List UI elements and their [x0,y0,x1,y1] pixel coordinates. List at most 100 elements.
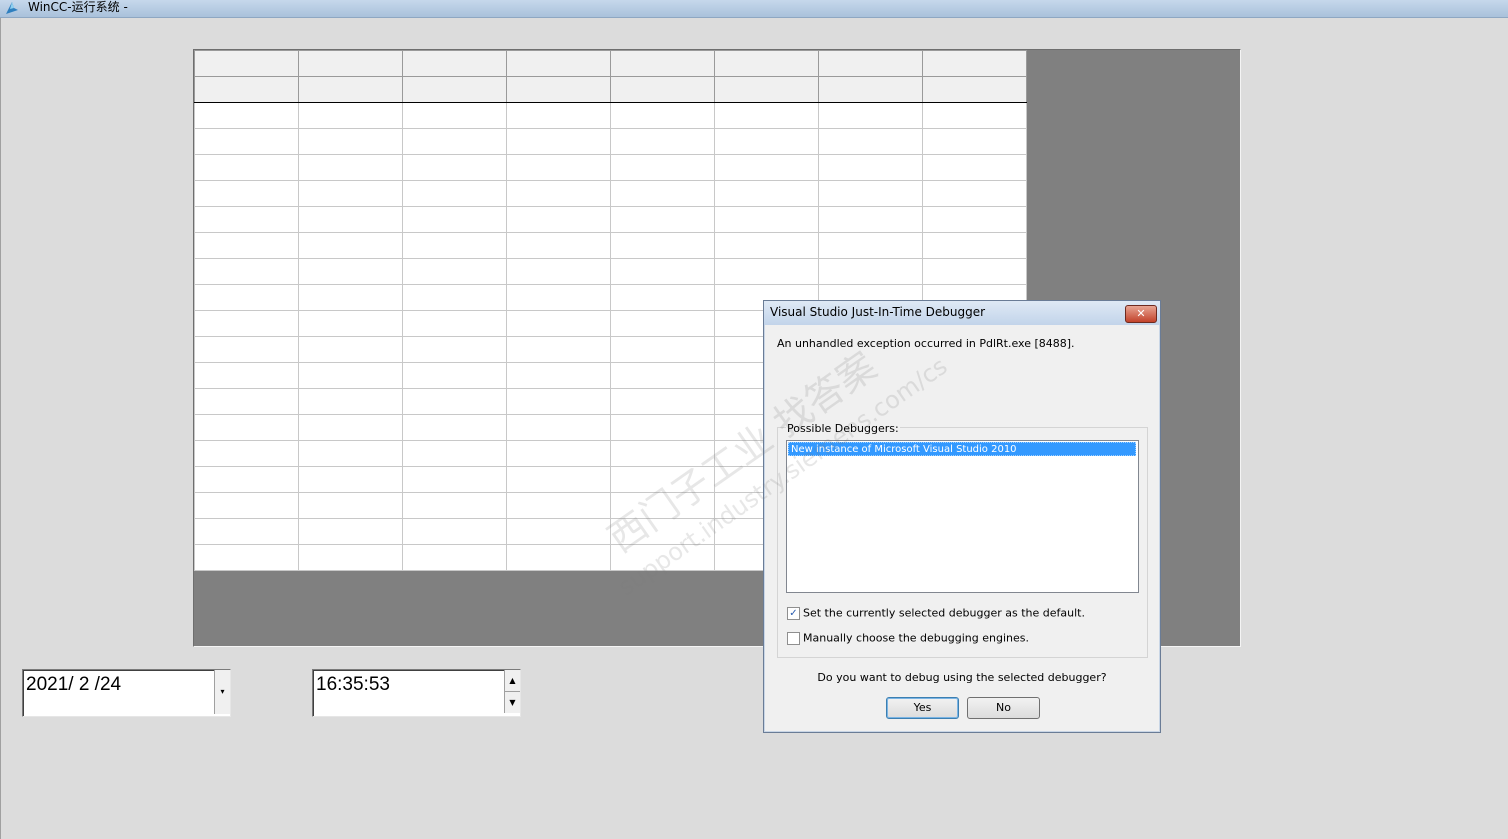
table-header-cell[interactable] [402,50,507,77]
table-cell[interactable] [298,518,403,545]
table-cell[interactable] [610,466,715,493]
table-cell[interactable] [402,154,507,181]
table-cell[interactable] [194,284,299,311]
table-cell[interactable] [402,336,507,363]
date-dropdown-button[interactable]: ▾ [214,670,230,714]
table-header-cell[interactable] [194,76,299,103]
table-cell[interactable] [610,544,715,571]
table-cell[interactable] [298,466,403,493]
table-cell[interactable] [506,362,611,389]
table-cell[interactable] [922,128,1027,155]
table-cell[interactable] [402,518,507,545]
manual-engines-checkbox[interactable] [787,631,800,645]
table-cell[interactable] [610,310,715,337]
table-cell[interactable] [506,206,611,233]
table-cell[interactable] [818,258,923,285]
date-picker[interactable]: 2021/ 2 /24 ▾ [22,669,231,717]
table-cell[interactable] [194,310,299,337]
table-cell[interactable] [194,362,299,389]
table-cell[interactable] [194,466,299,493]
table-header-cell[interactable] [922,76,1027,103]
table-cell[interactable] [506,232,611,259]
table-cell[interactable] [714,180,819,207]
time-spin-up-button[interactable]: ▲ [504,670,520,692]
table-cell[interactable] [298,492,403,519]
table-row[interactable] [194,206,1027,233]
table-cell[interactable] [506,258,611,285]
table-cell[interactable] [402,102,507,129]
date-value[interactable]: 2021/ 2 /24 [26,674,121,696]
table-cell[interactable] [194,492,299,519]
table-row[interactable] [194,232,1027,259]
table-cell[interactable] [610,492,715,519]
table-cell[interactable] [402,440,507,467]
table-cell[interactable] [298,336,403,363]
table-row[interactable] [194,180,1027,207]
table-cell[interactable] [194,206,299,233]
table-header-cell[interactable] [298,50,403,77]
table-cell[interactable] [610,336,715,363]
table-cell[interactable] [402,232,507,259]
table-cell[interactable] [714,128,819,155]
table-cell[interactable] [194,154,299,181]
table-cell[interactable] [194,544,299,571]
window-title-bar[interactable]: WinCC-运行系统 - [0,0,1508,18]
table-cell[interactable] [922,180,1027,207]
table-cell[interactable] [922,154,1027,181]
table-row[interactable] [194,128,1027,155]
table-cell[interactable] [714,102,819,129]
table-cell[interactable] [610,128,715,155]
table-cell[interactable] [298,440,403,467]
table-cell[interactable] [610,206,715,233]
table-row[interactable] [194,102,1027,129]
table-cell[interactable] [402,492,507,519]
table-cell[interactable] [402,362,507,389]
table-cell[interactable] [298,128,403,155]
table-cell[interactable] [714,258,819,285]
table-cell[interactable] [298,232,403,259]
table-cell[interactable] [506,544,611,571]
table-cell[interactable] [610,154,715,181]
table-cell[interactable] [506,128,611,155]
table-cell[interactable] [610,258,715,285]
table-header-cell[interactable] [298,76,403,103]
table-cell[interactable] [818,128,923,155]
table-header-cell[interactable] [402,76,507,103]
table-header-cell[interactable] [194,50,299,77]
yes-button[interactable]: Yes [886,697,959,719]
table-cell[interactable] [194,518,299,545]
dialog-title-bar[interactable]: Visual Studio Just-In-Time Debugger ✕ [764,301,1160,325]
debugger-list-item[interactable]: New instance of Microsoft Visual Studio … [788,442,1136,456]
table-cell[interactable] [402,466,507,493]
table-cell[interactable] [506,440,611,467]
table-cell[interactable] [922,206,1027,233]
table-header-cell[interactable] [506,76,611,103]
table-cell[interactable] [506,310,611,337]
table-cell[interactable] [922,258,1027,285]
table-cell[interactable] [506,518,611,545]
table-cell[interactable] [298,414,403,441]
table-cell[interactable] [402,180,507,207]
table-cell[interactable] [506,102,611,129]
debuggers-list[interactable]: New instance of Microsoft Visual Studio … [786,440,1139,593]
jit-debugger-dialog[interactable]: Visual Studio Just-In-Time Debugger ✕ An… [763,300,1161,733]
table-cell[interactable] [506,492,611,519]
table-header-cell[interactable] [714,76,819,103]
table-cell[interactable] [922,232,1027,259]
table-header-cell[interactable] [610,50,715,77]
table-cell[interactable] [506,154,611,181]
table-cell[interactable] [194,258,299,285]
table-cell[interactable] [298,258,403,285]
table-cell[interactable] [610,414,715,441]
table-cell[interactable] [506,180,611,207]
table-cell[interactable] [194,232,299,259]
table-cell[interactable] [298,362,403,389]
table-header-cell[interactable] [610,76,715,103]
table-cell[interactable] [506,388,611,415]
table-header-cell[interactable] [714,50,819,77]
table-cell[interactable] [610,180,715,207]
table-cell[interactable] [194,128,299,155]
table-cell[interactable] [402,284,507,311]
table-cell[interactable] [298,284,403,311]
table-cell[interactable] [194,440,299,467]
